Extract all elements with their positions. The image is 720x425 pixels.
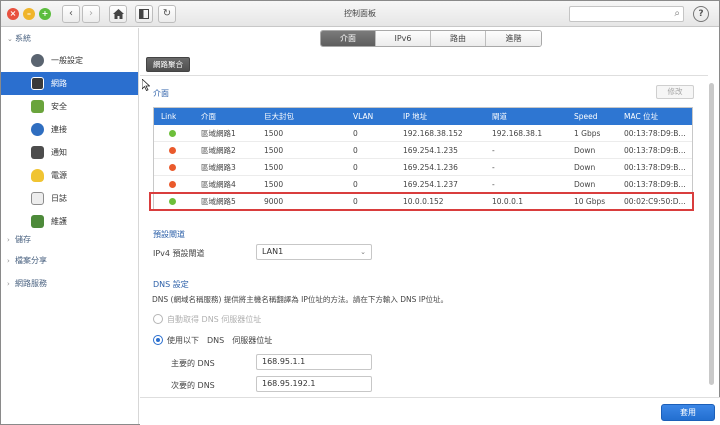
- chevron-down-icon: ⌄: [360, 248, 366, 256]
- log-icon: [31, 192, 44, 205]
- dns-section-title: DNS 設定: [153, 280, 189, 289]
- sidebar-item-log[interactable]: 日誌: [1, 187, 138, 210]
- lock-icon: [31, 100, 44, 113]
- link-status-up-icon: [169, 198, 176, 205]
- tab-advanced[interactable]: 進階: [486, 31, 541, 46]
- sidebar: ⌄ 系統 一般設定 網路 安全 連接 通知 電源 日誌 維護 › 儲存 › 檔案…: [1, 28, 139, 424]
- column-header-interface[interactable]: 介面: [201, 108, 216, 125]
- table-row[interactable]: 區域網路5 9000 0 10.0.0.152 10.0.0.1 10 Gbps…: [154, 193, 692, 210]
- close-icon[interactable]: ×: [7, 8, 19, 20]
- interface-table: Link 介面 巨大封包 VLAN IP 地址 閘道 Speed MAC 位址 …: [153, 107, 693, 211]
- sidebar-group-system[interactable]: ⌄ 系統: [7, 32, 31, 46]
- ipv4-gateway-label: IPv4 預設閘道: [153, 249, 205, 258]
- home-button[interactable]: [109, 5, 127, 23]
- chevron-right-icon: ›: [7, 236, 10, 244]
- gateway-section-title: 預設閘道: [153, 230, 185, 239]
- sidebar-item-security[interactable]: 安全: [1, 95, 138, 118]
- control-panel-window: × – + ‹ › ↻ 控制面板 ⌕ ? ⌄ 系統 一般設定 網路 安全 連接 …: [0, 0, 720, 425]
- sidebar-group-storage[interactable]: › 儲存: [7, 233, 31, 247]
- sidebar-toggle-button[interactable]: [135, 5, 153, 23]
- column-header-mac[interactable]: MAC 位址: [624, 108, 658, 125]
- sidebar-item-maintenance[interactable]: 維護: [1, 210, 138, 233]
- table-row[interactable]: 區域網路2 1500 0 169.254.1.235 - Down 00:13:…: [154, 142, 692, 159]
- help-icon[interactable]: ?: [693, 6, 709, 22]
- table-row[interactable]: 區域網路4 1500 0 169.254.1.237 - Down 00:13:…: [154, 176, 692, 193]
- maximize-icon[interactable]: +: [39, 8, 51, 20]
- table-header: Link 介面 巨大封包 VLAN IP 地址 閘道 Speed MAC 位址: [154, 108, 692, 125]
- interface-section-title: 介面: [153, 89, 169, 98]
- sidebar-item-power[interactable]: 電源: [1, 164, 138, 187]
- dns-manual-radio[interactable]: [153, 335, 163, 345]
- column-header-gateway[interactable]: 閘道: [492, 108, 507, 125]
- ipv4-gateway-select[interactable]: LAN1 ⌄: [256, 244, 372, 260]
- chevron-right-icon: ›: [7, 257, 10, 265]
- primary-dns-input[interactable]: 168.95.1.1: [256, 354, 372, 370]
- forward-button[interactable]: ›: [82, 5, 100, 23]
- footer: [140, 397, 720, 425]
- secondary-dns-input[interactable]: 168.95.192.1: [256, 376, 372, 392]
- refresh-icon: ↻: [162, 8, 172, 19]
- primary-dns-label: 主要的 DNS: [171, 359, 215, 368]
- refresh-button[interactable]: ↻: [158, 5, 176, 23]
- link-status-down-icon: [169, 181, 176, 188]
- titlebar: × – + ‹ › ↻ 控制面板 ⌕ ?: [1, 1, 719, 27]
- dns-description: DNS (網域名稱服務) 提供將主機名稱翻譯為 IP位址的方法。請在下方輸入 D…: [152, 295, 449, 304]
- sidebar-item-notification[interactable]: 通知: [1, 141, 138, 164]
- sidebar-group-file-sharing[interactable]: › 檔案分享: [7, 254, 47, 268]
- chevron-left-icon: ‹: [69, 8, 73, 19]
- sidebar-item-network[interactable]: 網路: [1, 72, 138, 95]
- home-icon: [112, 9, 124, 19]
- chevron-right-icon: ›: [7, 280, 10, 288]
- tab-interface[interactable]: 介面: [321, 31, 376, 46]
- column-header-vlan[interactable]: VLAN: [353, 108, 373, 125]
- column-header-jumbo-frame[interactable]: 巨大封包: [264, 108, 294, 125]
- link-status-down-icon: [169, 147, 176, 154]
- link-status-down-icon: [169, 164, 176, 171]
- mouse-cursor-icon: [142, 79, 150, 91]
- dns-auto-radio[interactable]: [153, 314, 163, 324]
- table-row[interactable]: 區域網路3 1500 0 169.254.1.236 - Down 00:13:…: [154, 159, 692, 176]
- search-box[interactable]: ⌕: [569, 6, 684, 22]
- link-status-up-icon: [169, 130, 176, 137]
- sidebar-item-connection[interactable]: 連接: [1, 118, 138, 141]
- tab-ipv6[interactable]: IPv6: [376, 31, 431, 46]
- sidebar-group-network-services[interactable]: › 網路服務: [7, 277, 47, 291]
- sidebar-icon: [139, 9, 149, 19]
- secondary-dns-label: 次要的 DNS: [171, 381, 215, 390]
- gear-icon: [31, 54, 44, 67]
- lightbulb-icon: [31, 169, 44, 182]
- scrollbar-thumb[interactable]: [709, 83, 714, 385]
- tab-routing[interactable]: 路由: [431, 31, 486, 46]
- edit-button[interactable]: 修改: [656, 85, 694, 99]
- network-icon: [31, 77, 44, 90]
- chevron-right-icon: ›: [89, 8, 93, 19]
- tab-bar: 介面 IPv6 路由 進階: [320, 30, 542, 47]
- column-header-link[interactable]: Link: [161, 108, 176, 125]
- dns-manual-label: 使用以下 DNS 伺服器位址: [167, 336, 273, 345]
- apply-button[interactable]: 套用: [661, 404, 715, 421]
- back-button[interactable]: ‹: [62, 5, 80, 23]
- column-header-ip[interactable]: IP 地址: [403, 108, 427, 125]
- table-row[interactable]: 區域網路1 1500 0 192.168.38.152 192.168.38.1…: [154, 125, 692, 142]
- minimize-icon[interactable]: –: [23, 8, 35, 20]
- connection-icon: [31, 123, 44, 136]
- notification-icon: [31, 146, 44, 159]
- sidebar-item-general[interactable]: 一般設定: [1, 49, 138, 72]
- chevron-down-icon: ⌄: [7, 35, 13, 43]
- search-icon: ⌕: [674, 8, 680, 19]
- dns-auto-label: 自動取得 DNS 伺服器位址: [167, 315, 262, 324]
- search-input[interactable]: [570, 7, 670, 21]
- link-aggregation-button[interactable]: 網路聚合: [146, 57, 190, 72]
- scrollbar[interactable]: [708, 75, 715, 395]
- tools-icon: [31, 215, 44, 228]
- column-header-speed[interactable]: Speed: [574, 108, 598, 125]
